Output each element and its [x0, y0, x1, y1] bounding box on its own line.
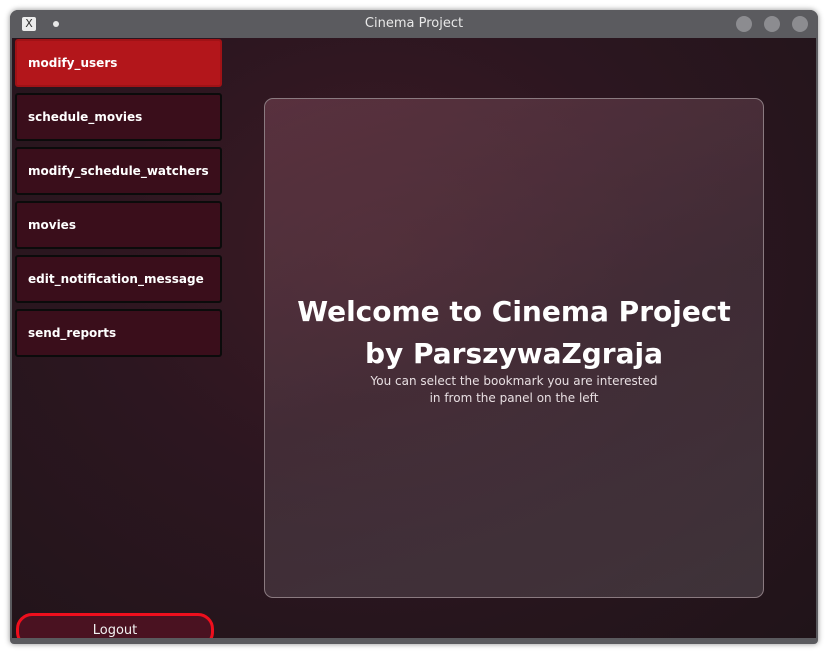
sidebar-item-movies[interactable]: movies — [15, 201, 222, 249]
maximize-button[interactable] — [764, 16, 780, 32]
sidebar-item-edit-notification-message[interactable]: edit_notification_message — [15, 255, 222, 303]
sidebar-item-send-reports[interactable]: send_reports — [15, 309, 222, 357]
sidebar-item-schedule-movies[interactable]: schedule_movies — [15, 93, 222, 141]
welcome-hint: You can select the bookmark you are inte… — [265, 373, 763, 407]
sidebar-item-modify-users[interactable]: modify_users — [15, 39, 222, 87]
welcome-panel: Welcome to Cinema Project by ParszywaZgr… — [264, 98, 764, 598]
logout-button[interactable]: Logout — [16, 613, 214, 638]
minimize-button[interactable] — [736, 16, 752, 32]
app-window: X Cinema Project modify_users schedule_m… — [10, 10, 818, 644]
welcome-line-1: Welcome to Cinema Project — [297, 295, 731, 328]
welcome-line-2: by ParszywaZgraja — [364, 337, 664, 370]
window-title: Cinema Project — [364, 16, 464, 31]
hint-line-2: in from the panel on the left — [429, 391, 599, 405]
main-content: modify_users schedule_movies modify_sche… — [12, 38, 816, 638]
hint-line-1: You can select the bookmark you are inte… — [370, 374, 658, 388]
sidebar: modify_users schedule_movies modify_sche… — [15, 39, 222, 363]
title-bar[interactable]: X Cinema Project — [10, 10, 818, 38]
welcome-heading: Welcome to Cinema Project by ParszywaZgr… — [265, 291, 763, 375]
sidebar-item-modify-schedule-watchers[interactable]: modify_schedule_watchers — [15, 147, 222, 195]
close-button[interactable] — [792, 16, 808, 32]
